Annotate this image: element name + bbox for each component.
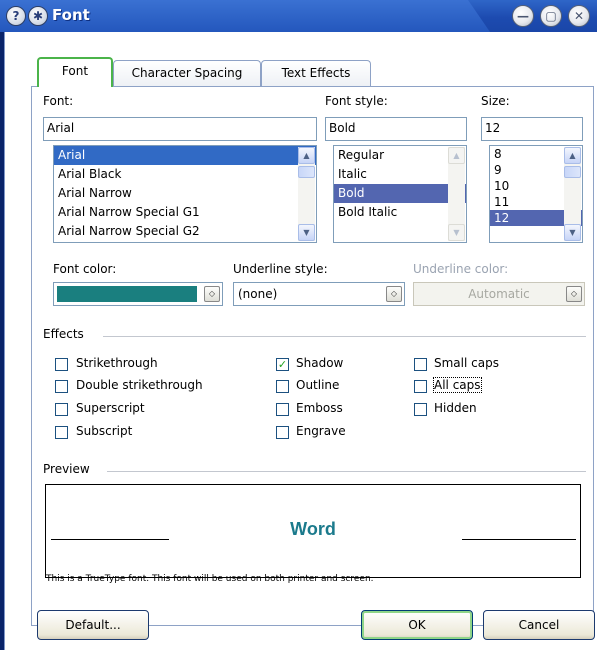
font-color-label: Font color: <box>53 262 117 276</box>
preview-box: Word <box>45 484 581 578</box>
strikethrough-label[interactable]: Strikethrough <box>76 356 158 370</box>
double-strikethrough-label[interactable]: Double strikethrough <box>76 378 203 392</box>
size-label: Size: <box>481 94 510 108</box>
font-style-scrollbar[interactable]: ▲ ▼ <box>448 147 465 241</box>
size-list[interactable]: 8 9 10 11 12 ▲ ▼ <box>489 145 583 243</box>
font-color-select[interactable]: ◇ <box>53 282 223 306</box>
underline-style-select[interactable]: (none) ◇ <box>233 282 405 306</box>
underline-color-select: Automatic ◇ <box>413 282 585 306</box>
font-list-item[interactable]: Arial Narrow Special G1 <box>54 203 316 222</box>
font-style-item[interactable]: Bold <box>334 184 466 203</box>
scroll-down-icon[interactable]: ▼ <box>298 224 315 241</box>
font-list-item[interactable]: Arial Narrow Special G2 <box>54 222 316 241</box>
shadow-label[interactable]: Shadow <box>296 356 343 370</box>
engrave-label[interactable]: Engrave <box>296 424 346 438</box>
font-name-input[interactable]: Arial <box>43 117 317 141</box>
effects-divider <box>103 336 586 337</box>
tab-font-label: Font <box>61 64 89 78</box>
size-list-scrollbar[interactable]: ▲ ▼ <box>564 147 581 241</box>
title-bar[interactable]: ? ✱ Font — ▢ ✕ <box>0 0 597 32</box>
preview-text: Word <box>290 519 336 539</box>
font-style-list[interactable]: Regular Italic Bold Bold Italic ▲ ▼ <box>333 145 467 243</box>
tab-character-spacing[interactable]: Character Spacing <box>113 60 261 86</box>
underline-style-value: (none) <box>238 287 278 301</box>
all-caps-label[interactable]: All caps <box>433 377 482 393</box>
effects-label: Effects <box>43 327 84 341</box>
font-style-item[interactable]: Italic <box>334 165 466 184</box>
superscript-checkbox[interactable] <box>55 403 68 416</box>
scroll-thumb[interactable] <box>564 166 581 178</box>
window-title: Font <box>52 6 90 24</box>
scroll-down-icon[interactable]: ▼ <box>448 224 465 241</box>
outline-label[interactable]: Outline <box>296 378 339 392</box>
double-strikethrough-checkbox[interactable] <box>55 380 68 393</box>
scroll-thumb[interactable] <box>298 166 315 178</box>
subscript-label[interactable]: Subscript <box>76 424 132 438</box>
close-icon[interactable]: ✕ <box>568 5 590 27</box>
font-list-scrollbar[interactable]: ▲ ▼ <box>298 147 315 241</box>
all-caps-checkbox[interactable] <box>414 380 427 393</box>
emboss-label[interactable]: Emboss <box>296 401 343 415</box>
small-caps-label[interactable]: Small caps <box>434 356 499 370</box>
engrave-checkbox[interactable] <box>276 426 289 439</box>
hidden-label[interactable]: Hidden <box>434 401 477 415</box>
shadow-checkbox[interactable]: ✓ <box>276 358 289 371</box>
chevron-down-icon[interactable]: ◇ <box>386 286 402 302</box>
help-icon[interactable]: ? <box>6 6 26 26</box>
font-dialog-window: ? ✱ Font — ▢ ✕ Font Character Spacing Te… <box>0 0 597 650</box>
star-icon[interactable]: ✱ <box>28 6 48 26</box>
superscript-label[interactable]: Superscript <box>76 401 145 415</box>
underline-style-label: Underline style: <box>233 262 328 276</box>
font-color-swatch <box>57 286 197 302</box>
chevron-down-icon: ◇ <box>566 286 582 302</box>
scroll-down-icon[interactable]: ▼ <box>564 224 581 241</box>
font-style-item[interactable]: Regular <box>334 146 466 165</box>
emboss-checkbox[interactable] <box>276 403 289 416</box>
tab-text-effects[interactable]: Text Effects <box>261 60 371 86</box>
font-list[interactable]: Arial Arial Black Arial Narrow Arial Nar… <box>53 145 317 243</box>
small-caps-checkbox[interactable] <box>414 358 427 371</box>
size-input[interactable]: 12 <box>481 117 583 141</box>
font-list-item[interactable]: Arial Black <box>54 165 316 184</box>
outline-checkbox[interactable] <box>276 380 289 393</box>
tab-character-spacing-label: Character Spacing <box>131 66 243 80</box>
scroll-up-icon[interactable]: ▲ <box>448 147 465 164</box>
scroll-up-icon[interactable]: ▲ <box>298 147 315 164</box>
strikethrough-checkbox[interactable] <box>55 358 68 371</box>
cancel-button[interactable]: Cancel <box>483 610 595 640</box>
hidden-checkbox[interactable] <box>414 403 427 416</box>
preview-label: Preview <box>43 462 90 476</box>
preview-divider <box>107 471 586 472</box>
font-list-item[interactable]: Arial <box>54 146 316 165</box>
preview-baseline-right <box>462 539 576 540</box>
tab-text-effects-label: Text Effects <box>281 66 351 80</box>
underline-color-label: Underline color: <box>413 262 509 276</box>
truetype-note: This is a TrueType font. This font will … <box>46 574 374 584</box>
font-style-item[interactable]: Bold Italic <box>334 203 466 222</box>
font-label: Font: <box>43 94 74 108</box>
minimize-icon[interactable]: — <box>512 5 534 27</box>
maximize-icon[interactable]: ▢ <box>540 5 562 27</box>
underline-color-value: Automatic <box>468 287 530 301</box>
font-list-item[interactable]: Arial Narrow <box>54 184 316 203</box>
chevron-down-icon[interactable]: ◇ <box>204 286 220 302</box>
scroll-up-icon[interactable]: ▲ <box>564 147 581 164</box>
subscript-checkbox[interactable] <box>55 426 68 439</box>
font-style-input[interactable]: Bold <box>325 117 467 141</box>
font-style-label: Font style: <box>325 94 388 108</box>
ok-button[interactable]: OK <box>361 610 473 640</box>
default-button[interactable]: Default... <box>37 610 149 640</box>
tab-font[interactable]: Font <box>37 57 113 87</box>
